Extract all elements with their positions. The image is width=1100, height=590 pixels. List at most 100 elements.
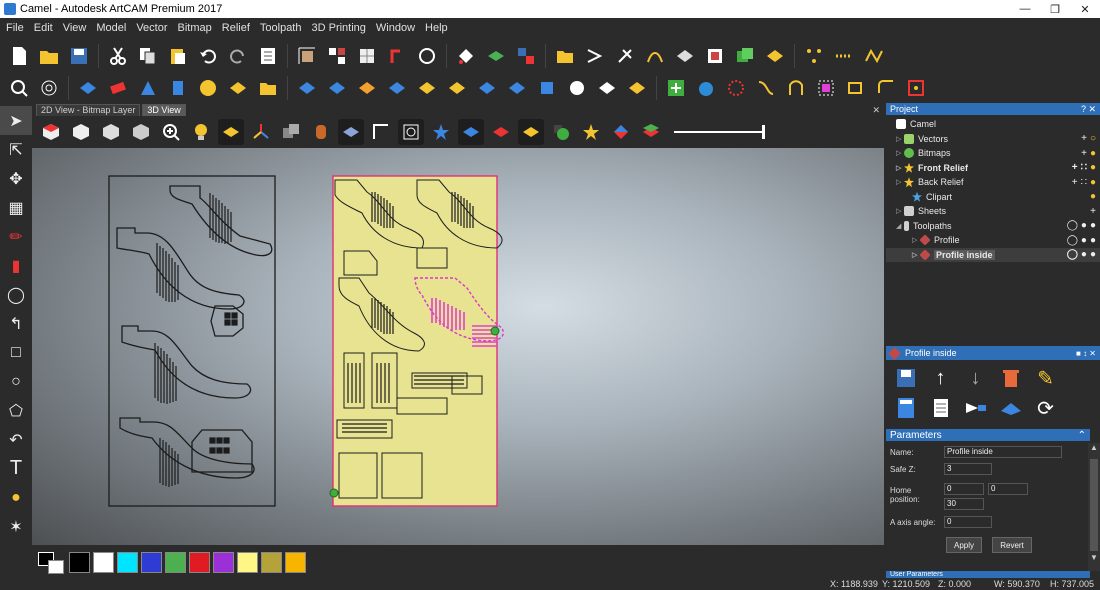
tab-2d-view[interactable]: 2D View - Bitmap Layer — [36, 104, 141, 116]
paint-icon[interactable] — [453, 43, 479, 69]
3d-viewport[interactable] — [32, 148, 884, 545]
save-calculate-icon[interactable] — [892, 365, 919, 392]
sparkle-icon[interactable] — [578, 119, 604, 145]
grid-icon[interactable] — [354, 43, 380, 69]
swatch-orange[interactable] — [285, 552, 306, 573]
tree-item-toolpaths[interactable]: ◢ Toolpaths ◯ ● ● — [886, 219, 1100, 234]
add-icon[interactable]: + — [1072, 177, 1078, 188]
show-vectors-icon[interactable] — [368, 119, 394, 145]
menu-relief[interactable]: Relief — [222, 22, 250, 34]
swatch-light-yellow[interactable] — [237, 552, 258, 573]
text-icon[interactable]: T — [0, 454, 32, 483]
resolution-icon[interactable] — [324, 43, 350, 69]
home-y-field[interactable]: 0 — [988, 483, 1028, 495]
smooth-icon[interactable]: ✶ — [0, 512, 32, 541]
tab-3d-view[interactable]: 3D View — [142, 104, 186, 116]
color-stack-icon[interactable] — [638, 119, 664, 145]
show-toolpath-icon[interactable] — [398, 119, 424, 145]
undo-icon[interactable] — [195, 43, 221, 69]
axis-icon[interactable] — [248, 119, 274, 145]
zoom-icon[interactable] — [6, 75, 32, 101]
transform-grid-icon[interactable]: ▦ — [0, 193, 32, 222]
primary-secondary-color[interactable] — [36, 550, 66, 576]
user-parameters-header[interactable]: User Parameters — [886, 571, 1090, 578]
block-view-icon[interactable] — [338, 119, 364, 145]
maximize-icon[interactable]: ❐ — [1040, 0, 1070, 18]
toolpath-2d-icon[interactable] — [582, 43, 608, 69]
menu-file[interactable]: File — [6, 22, 24, 34]
tool-outline-icon[interactable]: ◯ — [1067, 220, 1078, 231]
tool-white-icon[interactable]: ● — [1081, 235, 1087, 246]
relief-op11-icon[interactable] — [594, 75, 620, 101]
relief-folder-icon[interactable] — [255, 75, 281, 101]
rectangle-icon[interactable]: □ — [0, 338, 32, 367]
view-iso-icon[interactable] — [68, 119, 94, 145]
fill-icon[interactable]: ◯ — [0, 280, 32, 309]
mirror-icon[interactable] — [783, 75, 809, 101]
swatch-cyan[interactable] — [117, 552, 138, 573]
model-size-icon[interactable] — [294, 43, 320, 69]
safe-z-field[interactable]: 3 — [944, 463, 992, 475]
relief-layers-icon[interactable] — [513, 43, 539, 69]
swatch-black[interactable] — [69, 552, 90, 573]
color-shade-icon[interactable] — [608, 119, 634, 145]
show-relief-icon[interactable] — [458, 119, 484, 145]
toolpath-profile-icon[interactable] — [642, 43, 668, 69]
move-up-icon[interactable]: ↑ — [927, 365, 954, 392]
tree-item-vectors[interactable]: ▷ Vectors + ○ — [886, 132, 1100, 147]
add-icon[interactable]: + — [1090, 206, 1096, 217]
bulb-icon[interactable]: ● — [1090, 148, 1096, 159]
shape-blue3-icon[interactable] — [165, 75, 191, 101]
swatch-green[interactable] — [165, 552, 186, 573]
tree-item-sheets[interactable]: ▷ Sheets + — [886, 204, 1100, 219]
tool-white2-icon[interactable]: ● — [1090, 249, 1096, 260]
add-icon[interactable]: + — [1081, 148, 1087, 159]
stamp-icon[interactable] — [693, 75, 719, 101]
relief-op9-icon[interactable] — [534, 75, 560, 101]
bulb-icon[interactable]: ● — [1090, 177, 1096, 188]
menu-toolpath[interactable]: Toolpath — [260, 22, 302, 34]
view-iso3-icon[interactable] — [128, 119, 154, 145]
swatch-blue[interactable] — [141, 552, 162, 573]
grid-dots-icon[interactable]: ∷ — [1081, 177, 1087, 188]
tool-white-icon[interactable]: ● — [1081, 220, 1087, 231]
copy-icon[interactable] — [135, 43, 161, 69]
toolpath-folder-icon[interactable] — [552, 43, 578, 69]
shape-red-icon[interactable] — [105, 75, 131, 101]
tree-item-front-relief[interactable]: ▷ Front Relief + ∷ ● — [886, 161, 1100, 176]
delete-icon[interactable] — [997, 365, 1024, 392]
relief-op12-icon[interactable] — [624, 75, 650, 101]
name-field[interactable]: Profile inside — [944, 446, 1062, 458]
tool-white-icon[interactable]: ● — [1081, 249, 1087, 260]
node-line-icon[interactable] — [831, 43, 857, 69]
toolpath-yellow-icon[interactable] — [762, 43, 788, 69]
zoom-slider[interactable] — [674, 123, 766, 141]
view-zoom-icon[interactable] — [158, 119, 184, 145]
menu-model[interactable]: Model — [96, 22, 126, 34]
relief-blend-icon[interactable] — [483, 43, 509, 69]
swatch-red[interactable] — [189, 552, 210, 573]
revert-button[interactable]: Revert — [992, 537, 1032, 553]
relief-op2-icon[interactable] — [324, 75, 350, 101]
relief-view-icon[interactable] — [218, 119, 244, 145]
toolpath-machining-icon[interactable] — [702, 43, 728, 69]
cylinder-icon[interactable] — [308, 119, 334, 145]
bulb-icon[interactable]: ○ — [1090, 133, 1096, 144]
relief-op6-icon[interactable] — [444, 75, 470, 101]
offset-icon[interactable] — [843, 75, 869, 101]
paste-icon[interactable] — [165, 43, 191, 69]
cut-icon[interactable] — [105, 43, 131, 69]
select-tool-icon[interactable]: ➤ — [0, 106, 32, 135]
collapse-icon[interactable]: ⌃ — [1078, 430, 1086, 441]
menu-3d-printing[interactable]: 3D Printing — [311, 22, 365, 34]
select-magenta-icon[interactable] — [813, 75, 839, 101]
minimize-icon[interactable]: — — [1010, 0, 1040, 18]
shape-blue2-icon[interactable] — [135, 75, 161, 101]
weave-icon[interactable] — [723, 75, 749, 101]
menu-bitmap[interactable]: Bitmap — [178, 22, 212, 34]
green-sphere-icon[interactable] — [548, 119, 574, 145]
eraser-icon[interactable]: ▮ — [0, 251, 32, 280]
sheet-list-icon[interactable] — [927, 395, 954, 422]
toolpath-green-icon[interactable] — [732, 43, 758, 69]
toolpath-sim-icon[interactable] — [672, 43, 698, 69]
